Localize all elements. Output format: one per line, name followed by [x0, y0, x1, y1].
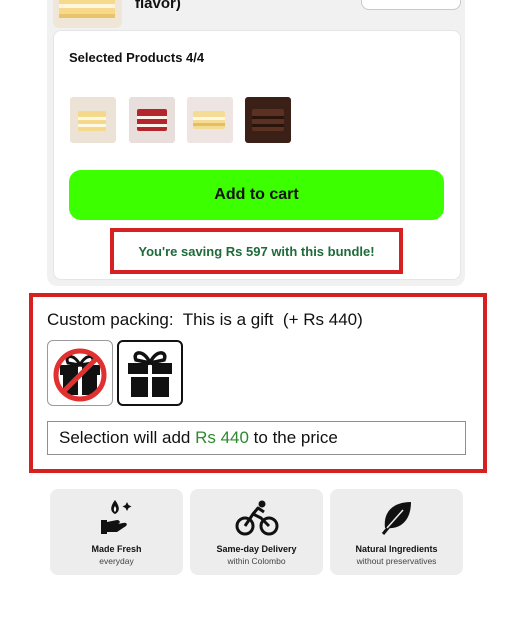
saving-message: You're saving Rs 597 with this bundle!	[138, 243, 375, 259]
feature-title: Same-day Delivery	[216, 544, 297, 554]
price-note-prefix: Selection will add	[59, 428, 196, 447]
fresh-hand-icon	[100, 500, 131, 534]
feature-same-day-delivery: Same-day Delivery within Colombo	[190, 489, 323, 575]
gift-icon	[128, 351, 172, 397]
packing-selected-value: This is a gift	[182, 310, 274, 329]
price-note-suffix: to the price	[248, 428, 338, 447]
no-gift-icon	[53, 348, 107, 402]
product-thumbnail	[53, 0, 122, 28]
feature-title: Made Fresh	[91, 544, 142, 554]
leaf-icon	[381, 502, 411, 535]
selected-product-thumb[interactable]	[70, 97, 116, 143]
price-note: Selection will add Rs 440 to the price	[47, 421, 466, 455]
selected-product-thumb[interactable]	[187, 97, 233, 143]
quantity-field[interactable]	[361, 0, 461, 10]
custom-packing-label: Custom packing: This is a gift (+ Rs 440…	[47, 310, 363, 330]
selected-product-thumb[interactable]	[245, 97, 291, 143]
no-gift-option[interactable]	[47, 340, 113, 406]
feature-made-fresh: Made Fresh everyday	[50, 489, 183, 575]
gift-option[interactable]	[117, 340, 183, 406]
feature-subtitle: everyday	[99, 556, 134, 566]
saving-highlight-box: You're saving Rs 597 with this bundle!	[110, 228, 403, 274]
feature-title: Natural Ingredients	[355, 544, 438, 554]
product-name: flavor)	[135, 0, 181, 12]
feature-subtitle: within Colombo	[227, 556, 286, 566]
feature-subtitle: without preservatives	[356, 556, 437, 566]
bicycle-icon	[235, 500, 278, 536]
selected-product-thumb[interactable]	[129, 97, 175, 143]
packing-label-text: Custom packing:	[47, 310, 174, 329]
packing-price: (+ Rs 440)	[282, 310, 363, 329]
feature-natural-ingredients: Natural Ingredients without preservative…	[330, 489, 463, 575]
price-note-amount: Rs 440	[195, 428, 249, 447]
add-to-cart-button[interactable]: Add to cart	[69, 170, 444, 220]
selected-products-title: Selected Products 4/4	[69, 50, 205, 65]
